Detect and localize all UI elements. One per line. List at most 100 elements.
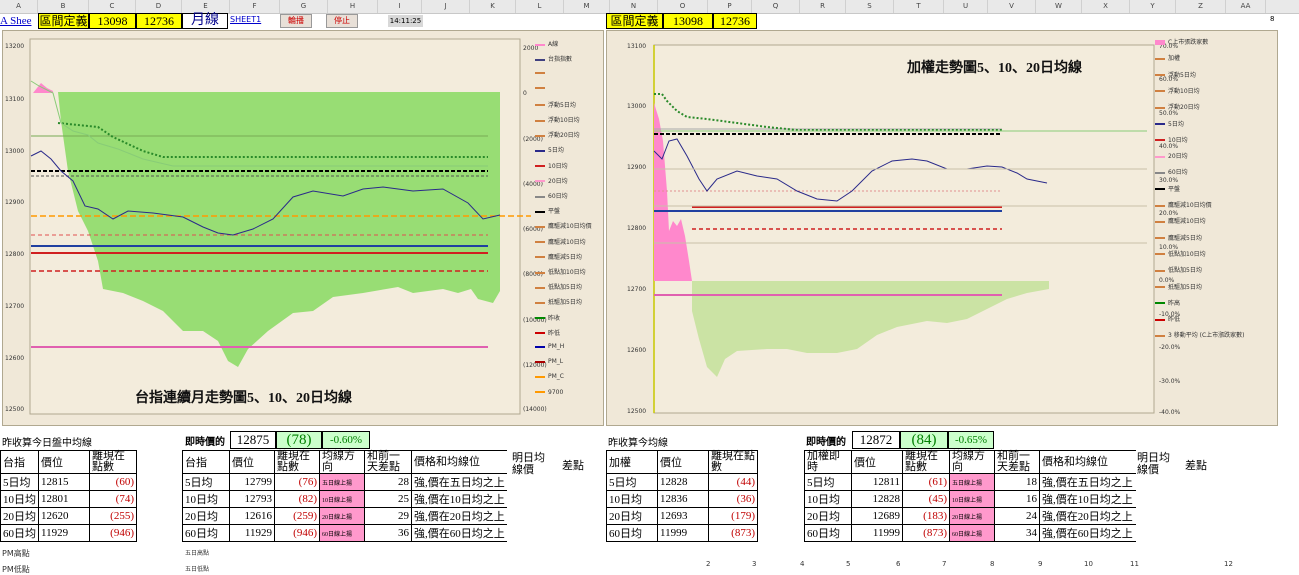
rt2-price: 12872: [852, 431, 900, 449]
sheet-link[interactable]: A Shee: [0, 15, 31, 27]
rt2-c: 24: [994, 507, 1040, 525]
month-line-cell[interactable]: 月線: [182, 13, 228, 29]
lt2-c: (82): [274, 490, 320, 508]
column-header-cell[interactable]: W: [1036, 0, 1082, 13]
rt1-c: (179): [708, 507, 758, 525]
bottom-row-number: 4: [800, 560, 805, 568]
column-header-cell[interactable]: Z: [1176, 0, 1226, 13]
right-legend-item: 平盤: [1155, 184, 1180, 193]
five-high-label: 五日高點: [185, 550, 210, 557]
right-y2-tick: -30.0%: [1159, 378, 1181, 385]
column-header-cell[interactable]: AA: [1226, 0, 1266, 13]
pm-high-label: PM高點: [2, 549, 30, 558]
column-header-cell[interactable]: J: [422, 0, 470, 13]
right-chart-title: 加權走勢圖5、10、20日均線: [907, 61, 1082, 76]
rt2-c: 12828: [851, 490, 903, 508]
column-header-cell[interactable]: F: [230, 0, 280, 13]
column-header-cell[interactable]: P: [708, 0, 752, 13]
left-legend-item: 20日均: [535, 176, 568, 185]
column-header-cell[interactable]: X: [1082, 0, 1130, 13]
column-header-cell[interactable]: L: [516, 0, 564, 13]
rt2-h: 均線方向: [949, 450, 995, 474]
column-header-cell[interactable]: M: [564, 0, 610, 13]
lt1-c: 12801: [38, 490, 90, 508]
bottom-row-number: 12: [1224, 560, 1233, 568]
column-header-cell[interactable]: N: [610, 0, 658, 13]
rt2-h: 價格和均線位: [1039, 450, 1136, 474]
right-legend-item: 鷹驅減10日均: [1155, 216, 1206, 225]
rt2-c: 強,價在10日均之上: [1039, 490, 1136, 508]
rt2-c: 12689: [851, 507, 903, 525]
lt2-c: 60日均: [182, 524, 230, 542]
column-header-cell[interactable]: Y: [1130, 0, 1176, 13]
lt2-c: (259): [274, 507, 320, 525]
left-legend-item: 浮動20日均: [535, 130, 580, 139]
rt2-c: (61): [902, 473, 950, 491]
left-legend-item: 鷹驅減5日均: [535, 252, 582, 261]
right-legend-item: 5日均: [1155, 119, 1184, 128]
bottom-row-number: 11: [1130, 560, 1139, 568]
left-legend-item: PM_C: [535, 373, 564, 380]
sheet-link-cell[interactable]: A Shee: [0, 13, 38, 29]
left-legend-item: 5日均: [535, 145, 564, 154]
right-y2-tick: 40.0%: [1159, 143, 1179, 150]
right-legend-item: 60日均: [1155, 167, 1188, 176]
right-legend-item: 浮動5日均: [1155, 70, 1196, 79]
column-header-cell[interactable]: A: [0, 0, 38, 13]
right-legend-item: 10日均: [1155, 135, 1188, 144]
lt2-pct: -0.60%: [322, 431, 370, 449]
column-header-cell[interactable]: O: [658, 0, 708, 13]
column-header-cell[interactable]: K: [470, 0, 516, 13]
left-legend-item: [535, 69, 548, 76]
column-header-cell[interactable]: C: [89, 0, 136, 13]
right-y-tick: 12800: [627, 225, 647, 232]
lt1-h0: 台指: [0, 450, 39, 474]
rotate-button[interactable]: 輪播: [280, 14, 312, 28]
right-legend-item: 鷹驅減5日均: [1155, 233, 1202, 242]
range-val2-right: 12736: [713, 13, 757, 29]
left-legend-item: PM_L: [535, 358, 563, 365]
pm-low-label: PM低點: [2, 565, 30, 574]
column-header-cell[interactable]: E: [182, 0, 230, 13]
rt2-tomorrow-hdr: 明日均線價: [1137, 452, 1170, 476]
column-header-cell[interactable]: S: [846, 0, 894, 13]
range-def-label-right: 區間定義: [606, 13, 663, 29]
right-legend-item: 浮動10日均: [1155, 86, 1200, 95]
column-header-cell[interactable]: G: [280, 0, 328, 13]
column-header-cell[interactable]: D: [136, 0, 182, 13]
range-val1-right: 13098: [663, 13, 713, 29]
rt2-c: 16: [994, 490, 1040, 508]
column-header-cell[interactable]: R: [800, 0, 846, 13]
lt1-c: 12815: [38, 473, 90, 491]
column-header-cell[interactable]: T: [894, 0, 944, 13]
column-header-cell[interactable]: U: [944, 0, 988, 13]
column-header-cell[interactable]: Q: [752, 0, 800, 13]
right-y-tick: 12600: [627, 347, 647, 354]
bottom-row-number: 6: [896, 560, 901, 568]
range-val2: 12736: [136, 13, 182, 29]
column-header-cell[interactable]: B: [38, 0, 89, 13]
rt2-c: 10日線上揚: [949, 490, 995, 508]
rt2-c: 20日均: [804, 507, 852, 525]
rt1-c: (873): [708, 524, 758, 542]
lt1-c: 11929: [38, 524, 90, 542]
rt1-c: (44): [708, 473, 758, 491]
column-header-cell[interactable]: I: [378, 0, 422, 13]
left-legend-item: 台指指數: [535, 54, 572, 63]
rt2-c: 60日線上揚: [949, 524, 995, 542]
right-table1: 加權 價位 離現在點數 5日均 12828 (44) 10日均 12836 (36) 2…: [606, 450, 758, 542]
lt2-c: 強,價在五日均之上: [410, 473, 507, 491]
stop-button[interactable]: 停止: [326, 14, 358, 28]
sheet-name-link[interactable]: SHEET1: [230, 15, 261, 24]
left-legend-item: 浮動5日均: [535, 100, 576, 109]
left-legend-item: 10日均: [535, 161, 568, 170]
left-chart-title: 台指連續月走勢圖5、10、20日均線: [135, 391, 352, 406]
column-header-cell[interactable]: V: [988, 0, 1036, 13]
left-y2-tick: 0: [523, 90, 527, 97]
right-legend-item: 昨高: [1155, 298, 1180, 307]
column-header-cell[interactable]: H: [328, 0, 378, 13]
right-y2-tick: -40.0%: [1159, 409, 1181, 416]
left-y-tick: 12600: [5, 355, 25, 362]
rt2-c: 20日線上揚: [949, 507, 995, 525]
lt1-c: 12620: [38, 507, 90, 525]
